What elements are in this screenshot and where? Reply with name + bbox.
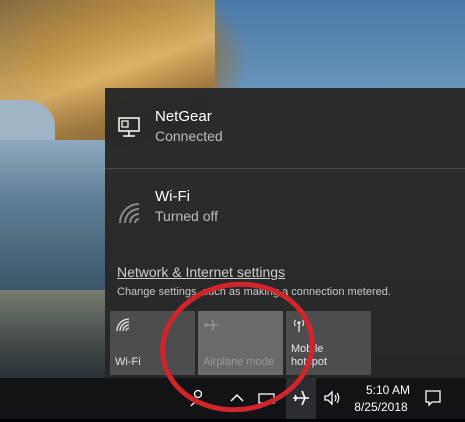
network-name: NetGear: [155, 108, 212, 125]
network-status: Turned off: [155, 208, 219, 224]
network-status: Connected: [155, 128, 223, 144]
quick-action-label: Wi-Fi: [115, 356, 141, 368]
volume-icon[interactable]: [322, 388, 342, 408]
wifi-icon: [116, 318, 130, 332]
airplane-icon[interactable]: [291, 388, 311, 408]
network-item-wifi[interactable]: Wi-Fi Turned off: [105, 169, 465, 249]
network-name: Wi-Fi: [155, 188, 190, 205]
ethernet-icon: [118, 117, 140, 137]
clock-date[interactable]: 8/25/2018: [350, 400, 412, 414]
network-item-netgear[interactable]: NetGear Connected: [105, 88, 465, 168]
wifi-icon: [119, 203, 140, 224]
action-center-icon[interactable]: [423, 388, 443, 408]
network-settings-link[interactable]: Network & Internet settings: [117, 264, 285, 280]
clock-time[interactable]: 5:10 AM: [358, 383, 418, 397]
wallpaper-beach: [0, 290, 110, 378]
